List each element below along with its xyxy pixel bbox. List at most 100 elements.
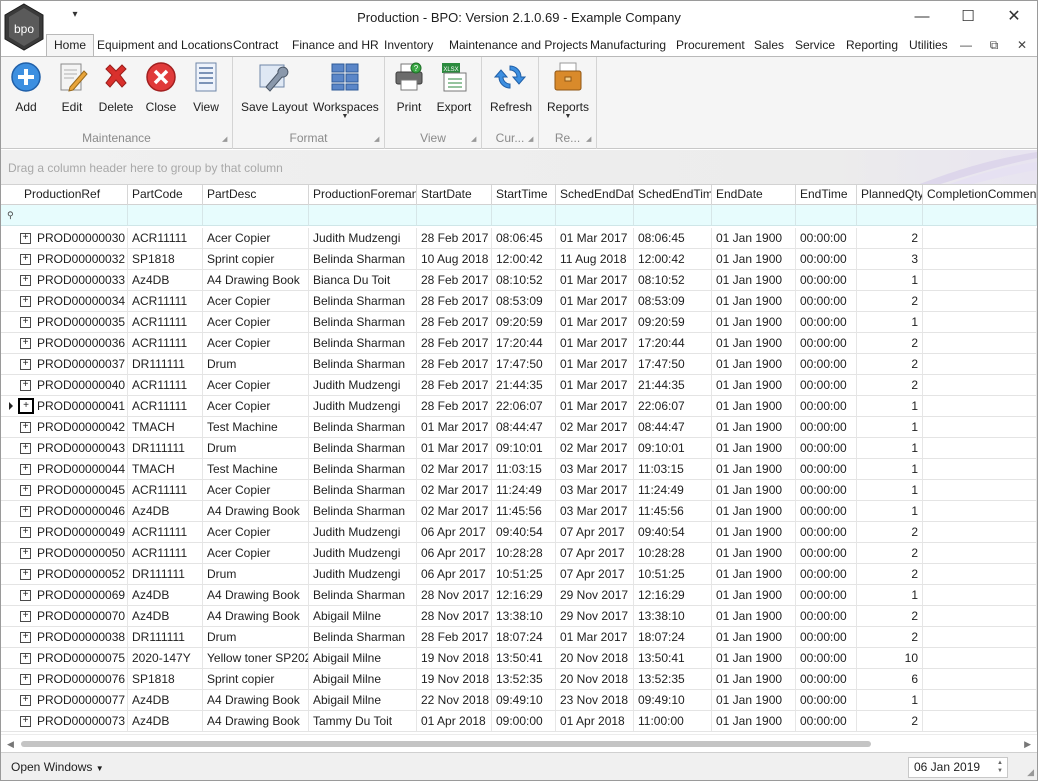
cell-productionref[interactable]: PROD00000038 bbox=[33, 627, 128, 647]
cell-partcode[interactable]: ACR11111 bbox=[128, 543, 203, 563]
cell-starttime[interactable]: 13:50:41 bbox=[492, 648, 556, 668]
tab-maintenance-and-projects[interactable]: Maintenance and Projects bbox=[442, 34, 595, 56]
cell-endtime[interactable]: 00:00:00 bbox=[796, 354, 857, 374]
cell-plannedqty[interactable]: 1 bbox=[857, 396, 923, 416]
expand-row-icon[interactable]: + bbox=[20, 695, 31, 706]
expand-row-icon[interactable]: + bbox=[20, 632, 31, 643]
cell-productionforeman[interactable]: Judith Mudzengi bbox=[309, 396, 417, 416]
cell-partdesc[interactable]: Acer Copier bbox=[203, 291, 309, 311]
group-launcher-icon[interactable]: ◢ bbox=[586, 136, 593, 143]
cell-completioncomments[interactable] bbox=[923, 396, 1037, 416]
tab-equipment-and-locations[interactable]: Equipment and Locations bbox=[90, 34, 239, 56]
cell-completioncomments[interactable] bbox=[923, 291, 1037, 311]
cell-endtime[interactable]: 00:00:00 bbox=[796, 228, 857, 248]
cell-startdate[interactable]: 06 Apr 2017 bbox=[417, 543, 492, 563]
column-header-enddate[interactable]: EndDate bbox=[712, 185, 796, 205]
cell-plannedqty[interactable]: 1 bbox=[857, 690, 923, 710]
cell-productionref[interactable]: PROD00000032 bbox=[33, 249, 128, 269]
cell-startdate[interactable]: 28 Nov 2017 bbox=[417, 585, 492, 605]
cell-partdesc[interactable]: Drum bbox=[203, 627, 309, 647]
tab-inventory[interactable]: Inventory bbox=[377, 34, 440, 56]
cell-productionforeman[interactable]: Belinda Sharman bbox=[309, 627, 417, 647]
cell-partdesc[interactable]: Acer Copier bbox=[203, 396, 309, 416]
filter-cell-schedenddate[interactable] bbox=[556, 205, 634, 225]
cell-productionref[interactable]: PROD00000076 bbox=[33, 669, 128, 689]
cell-plannedqty[interactable]: 1 bbox=[857, 312, 923, 332]
cell-plannedqty[interactable]: 2 bbox=[857, 564, 923, 584]
cell-partdesc[interactable]: A4 Drawing Book bbox=[203, 501, 309, 521]
cell-endtime[interactable]: 00:00:00 bbox=[796, 564, 857, 584]
cell-partcode[interactable]: ACR11111 bbox=[128, 375, 203, 395]
cell-schedenddate[interactable]: 01 Mar 2017 bbox=[556, 396, 634, 416]
cell-partdesc[interactable]: Acer Copier bbox=[203, 333, 309, 353]
cell-starttime[interactable]: 11:03:15 bbox=[492, 459, 556, 479]
cell-productionref[interactable]: PROD00000035 bbox=[33, 312, 128, 332]
cell-startdate[interactable]: 01 Mar 2017 bbox=[417, 438, 492, 458]
mdi-restore-button[interactable]: ⧉ bbox=[983, 37, 1005, 53]
cell-plannedqty[interactable]: 1 bbox=[857, 501, 923, 521]
cell-partdesc[interactable]: A4 Drawing Book bbox=[203, 711, 309, 731]
cell-plannedqty[interactable]: 2 bbox=[857, 711, 923, 731]
cell-enddate[interactable]: 01 Jan 1900 bbox=[712, 354, 796, 374]
cell-schedenddate[interactable]: 01 Mar 2017 bbox=[556, 627, 634, 647]
cell-schedenddate[interactable]: 01 Mar 2017 bbox=[556, 375, 634, 395]
column-header-productionforeman[interactable]: ProductionForeman bbox=[309, 185, 417, 205]
filter-cell-enddate[interactable] bbox=[712, 205, 796, 225]
table-row[interactable]: + PROD00000069 Az4DB A4 Drawing Book Belinda… bbox=[1, 585, 1037, 606]
cell-partcode[interactable]: Az4DB bbox=[128, 690, 203, 710]
cell-productionforeman[interactable]: Judith Mudzengi bbox=[309, 564, 417, 584]
cell-enddate[interactable]: 01 Jan 1900 bbox=[712, 690, 796, 710]
cell-plannedqty[interactable]: 2 bbox=[857, 522, 923, 542]
cell-partcode[interactable]: SP1818 bbox=[128, 669, 203, 689]
cell-plannedqty[interactable]: 2 bbox=[857, 333, 923, 353]
cell-schedendtime[interactable]: 11:03:15 bbox=[634, 459, 712, 479]
view-button[interactable]: View bbox=[189, 61, 223, 117]
tab-utilities[interactable]: Utilities bbox=[902, 34, 955, 56]
cell-schedenddate[interactable]: 02 Mar 2017 bbox=[556, 438, 634, 458]
cell-endtime[interactable]: 00:00:00 bbox=[796, 459, 857, 479]
open-windows-button[interactable]: Open Windows ▼ bbox=[11, 760, 104, 774]
cell-starttime[interactable]: 08:10:52 bbox=[492, 270, 556, 290]
cell-partcode[interactable]: DR111111 bbox=[128, 627, 203, 647]
tab-service[interactable]: Service bbox=[788, 34, 842, 56]
cell-schedendtime[interactable]: 08:53:09 bbox=[634, 291, 712, 311]
cell-schedenddate[interactable]: 01 Apr 2018 bbox=[556, 711, 634, 731]
edit-button[interactable]: Edit bbox=[55, 61, 89, 117]
cell-endtime[interactable]: 00:00:00 bbox=[796, 606, 857, 626]
table-row[interactable]: + PROD00000037 DR111111 Drum Belinda Sharman… bbox=[1, 354, 1037, 375]
cell-productionref[interactable]: PROD00000030 bbox=[33, 228, 128, 248]
expand-row-icon[interactable]: + bbox=[20, 254, 31, 265]
cell-enddate[interactable]: 01 Jan 1900 bbox=[712, 312, 796, 332]
cell-partcode[interactable]: Az4DB bbox=[128, 501, 203, 521]
cell-plannedqty[interactable]: 2 bbox=[857, 228, 923, 248]
close-window-button[interactable]: ✕ bbox=[991, 5, 1037, 29]
cell-starttime[interactable]: 13:38:10 bbox=[492, 606, 556, 626]
cell-starttime[interactable]: 09:49:10 bbox=[492, 690, 556, 710]
column-header-schedendtime[interactable]: SchedEndTime bbox=[634, 185, 712, 205]
cell-schedenddate[interactable]: 01 Mar 2017 bbox=[556, 291, 634, 311]
cell-partdesc[interactable]: A4 Drawing Book bbox=[203, 585, 309, 605]
minimize-window-button[interactable]: — bbox=[899, 5, 945, 29]
resize-grip-icon[interactable]: ◢ bbox=[1027, 767, 1034, 778]
cell-plannedqty[interactable]: 1 bbox=[857, 459, 923, 479]
cell-starttime[interactable]: 08:44:47 bbox=[492, 417, 556, 437]
cell-schedendtime[interactable]: 18:07:24 bbox=[634, 627, 712, 647]
expand-row-icon[interactable]: + bbox=[20, 422, 31, 433]
cell-productionforeman[interactable]: Belinda Sharman bbox=[309, 354, 417, 374]
cell-starttime[interactable]: 09:00:00 bbox=[492, 711, 556, 731]
cell-partdesc[interactable]: Acer Copier bbox=[203, 312, 309, 332]
cell-startdate[interactable]: 10 Aug 2018 bbox=[417, 249, 492, 269]
cell-enddate[interactable]: 01 Jan 1900 bbox=[712, 270, 796, 290]
cell-completioncomments[interactable] bbox=[923, 312, 1037, 332]
cell-starttime[interactable]: 21:44:35 bbox=[492, 375, 556, 395]
cell-partdesc[interactable]: Yellow toner SP2020 bbox=[203, 648, 309, 668]
cell-plannedqty[interactable]: 2 bbox=[857, 627, 923, 647]
cell-schedenddate[interactable]: 03 Mar 2017 bbox=[556, 459, 634, 479]
table-row[interactable]: + PROD00000073 Az4DB A4 Drawing Book Tammy D… bbox=[1, 711, 1037, 732]
column-header-endtime[interactable]: EndTime bbox=[796, 185, 857, 205]
cell-partdesc[interactable]: Acer Copier bbox=[203, 375, 309, 395]
cell-schedendtime[interactable]: 08:06:45 bbox=[634, 228, 712, 248]
cell-productionref[interactable]: PROD00000040 bbox=[33, 375, 128, 395]
cell-plannedqty[interactable]: 2 bbox=[857, 543, 923, 563]
expand-row-icon[interactable]: + bbox=[20, 506, 31, 517]
